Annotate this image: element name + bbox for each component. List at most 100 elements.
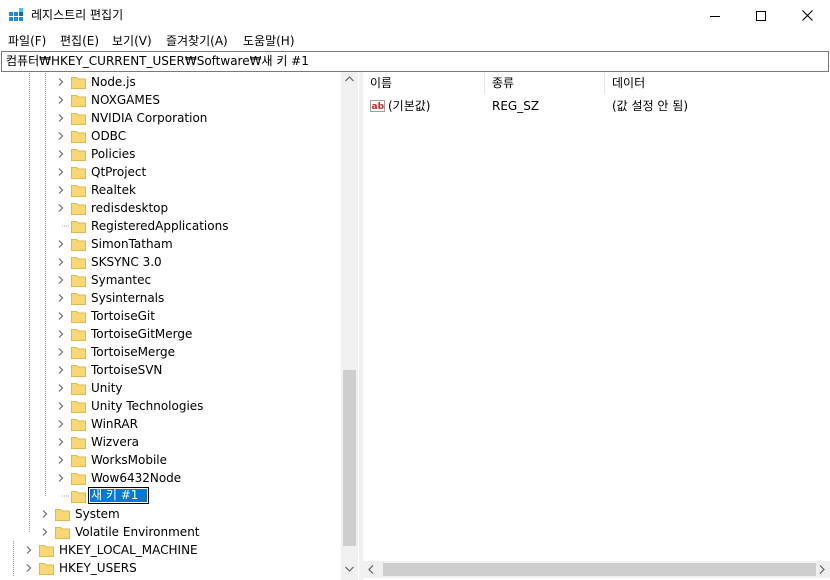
tree-item[interactable]: QtProject: [0, 163, 341, 181]
tree-item[interactable]: Node.js: [0, 73, 341, 91]
scroll-down-arrow-icon[interactable]: [345, 566, 354, 572]
tree-item[interactable]: TortoiseGit: [0, 307, 341, 325]
tree-item[interactable]: TortoiseGitMerge: [0, 325, 341, 343]
tree-item[interactable]: Volatile Environment: [0, 523, 341, 541]
tree-item-label: Wow6432Node: [91, 471, 182, 485]
folder-icon: [55, 509, 70, 521]
chevron-right-icon[interactable]: [56, 401, 66, 411]
chevron-right-icon[interactable]: [24, 545, 34, 555]
tree-item[interactable]: NVIDIA Corporation: [0, 109, 341, 127]
tree-item[interactable]: TortoiseMerge: [0, 343, 341, 361]
tree-connector-lines: [29, 361, 46, 379]
menu-view[interactable]: 보기(V): [112, 33, 152, 49]
folder-icon: [71, 275, 86, 287]
tree-item[interactable]: 새 키 #1: [0, 487, 341, 505]
chevron-right-icon[interactable]: [56, 347, 66, 357]
tree-scroll-thumb[interactable]: [343, 370, 356, 546]
tree-item-label: Policies: [91, 147, 136, 161]
tree-item-label: TortoiseGit: [91, 309, 155, 323]
tree-item-label: Sysinternals: [91, 291, 165, 305]
column-header-type[interactable]: 종류: [485, 72, 605, 94]
tree-item[interactable]: RegisteredApplications: [0, 217, 341, 235]
close-button[interactable]: [784, 0, 830, 31]
menu-edit[interactable]: 편집(E): [60, 33, 99, 49]
chevron-right-icon[interactable]: [40, 527, 50, 537]
chevron-right-icon[interactable]: [56, 167, 66, 177]
tree-item[interactable]: Wow6432Node: [0, 469, 341, 487]
chevron-right-icon[interactable]: [56, 203, 66, 213]
chevron-right-icon[interactable]: [56, 365, 66, 375]
scroll-up-arrow-icon[interactable]: [345, 76, 354, 82]
folder-icon: [71, 311, 86, 323]
menu-help[interactable]: 도움말(H): [243, 33, 295, 49]
scroll-right-arrow-icon[interactable]: [819, 565, 825, 574]
maximize-button[interactable]: [738, 0, 784, 31]
tree-item[interactable]: WinRAR: [0, 415, 341, 433]
tree-item[interactable]: SKSYNC 3.0: [0, 253, 341, 271]
chevron-right-icon[interactable]: [56, 455, 66, 465]
tree-item[interactable]: System: [0, 505, 341, 523]
tree-item-label: HKEY_USERS: [59, 561, 137, 575]
chevron-right-icon[interactable]: [56, 131, 66, 141]
column-header-name[interactable]: 이름: [363, 72, 485, 94]
chevron-right-icon[interactable]: [56, 437, 66, 447]
tree-item[interactable]: WorksMobile: [0, 451, 341, 469]
chevron-right-icon[interactable]: [56, 185, 66, 195]
tree-item[interactable]: Unity Technologies: [0, 397, 341, 415]
chevron-right-icon[interactable]: [56, 311, 66, 321]
tree-connector-lines: [29, 289, 46, 307]
tree-item[interactable]: Policies: [0, 145, 341, 163]
chevron-right-icon[interactable]: [56, 239, 66, 249]
address-bar[interactable]: 컴퓨터₩HKEY_CURRENT_USER₩Software₩새 키 #1: [1, 51, 829, 72]
tree-item[interactable]: SimonTatham: [0, 235, 341, 253]
minimize-button[interactable]: [692, 0, 738, 31]
chevron-right-icon[interactable]: [56, 113, 66, 123]
chevron-right-icon[interactable]: [56, 473, 66, 483]
list-scroll-thumb[interactable]: [383, 563, 816, 576]
value-name: (기본값): [388, 99, 431, 113]
folder-icon: [71, 419, 86, 431]
tree-item[interactable]: Sysinternals: [0, 289, 341, 307]
tree-item[interactable]: redisdesktop: [0, 199, 341, 217]
tree-item[interactable]: ODBC: [0, 127, 341, 145]
menu-favorites[interactable]: 즐겨찾기(A): [166, 33, 228, 49]
tree-item-label: Volatile Environment: [75, 525, 200, 539]
folder-icon: [71, 257, 86, 269]
column-header-data[interactable]: 데이터: [605, 72, 830, 94]
chevron-right-icon[interactable]: [56, 419, 66, 429]
registry-editor-icon: [9, 8, 23, 21]
tree-vertical-scrollbar[interactable]: [341, 72, 358, 580]
tree-connector-lines: [29, 415, 46, 433]
chevron-right-icon[interactable]: [56, 77, 66, 87]
tree-item[interactable]: HKEY_LOCAL_MACHINE: [0, 541, 341, 559]
chevron-right-icon[interactable]: [24, 563, 34, 573]
tree-item-label: Unity: [91, 381, 123, 395]
tree-item[interactable]: Unity: [0, 379, 341, 397]
chevron-right-icon[interactable]: [56, 257, 66, 267]
tree-connector-lines: [29, 199, 46, 217]
chevron-right-icon[interactable]: [56, 149, 66, 159]
chevron-right-icon[interactable]: [56, 275, 66, 285]
tree-item[interactable]: TortoiseSVN: [0, 361, 341, 379]
tree-item-label: Realtek: [91, 183, 136, 197]
list-horizontal-scrollbar[interactable]: [363, 561, 830, 578]
tree-item[interactable]: HKEY_USERS: [0, 559, 341, 577]
tree-item[interactable]: Symantec: [0, 271, 341, 289]
scroll-left-arrow-icon[interactable]: [368, 565, 374, 574]
tree-item-label: TortoiseSVN: [91, 363, 163, 377]
tree-item[interactable]: Wizvera: [0, 433, 341, 451]
chevron-right-icon[interactable]: [56, 95, 66, 105]
tree-item-label: Node.js: [91, 75, 136, 89]
chevron-right-icon[interactable]: [56, 383, 66, 393]
tree-item[interactable]: NOXGAMES: [0, 91, 341, 109]
chevron-right-icon[interactable]: [56, 329, 66, 339]
address-path[interactable]: 컴퓨터₩HKEY_CURRENT_USER₩Software₩새 키 #1: [6, 54, 309, 68]
tree-item-label: Wizvera: [91, 435, 140, 449]
rename-key-input[interactable]: 새 키 #1: [87, 487, 150, 504]
menu-file[interactable]: 파일(F): [8, 33, 46, 49]
chevron-right-icon[interactable]: [56, 293, 66, 303]
tree-item[interactable]: Realtek: [0, 181, 341, 199]
chevron-right-icon[interactable]: [40, 509, 50, 519]
list-item[interactable]: ab (기본값) REG_SZ (값 설정 안 됨): [363, 96, 830, 114]
close-icon: [801, 10, 813, 21]
